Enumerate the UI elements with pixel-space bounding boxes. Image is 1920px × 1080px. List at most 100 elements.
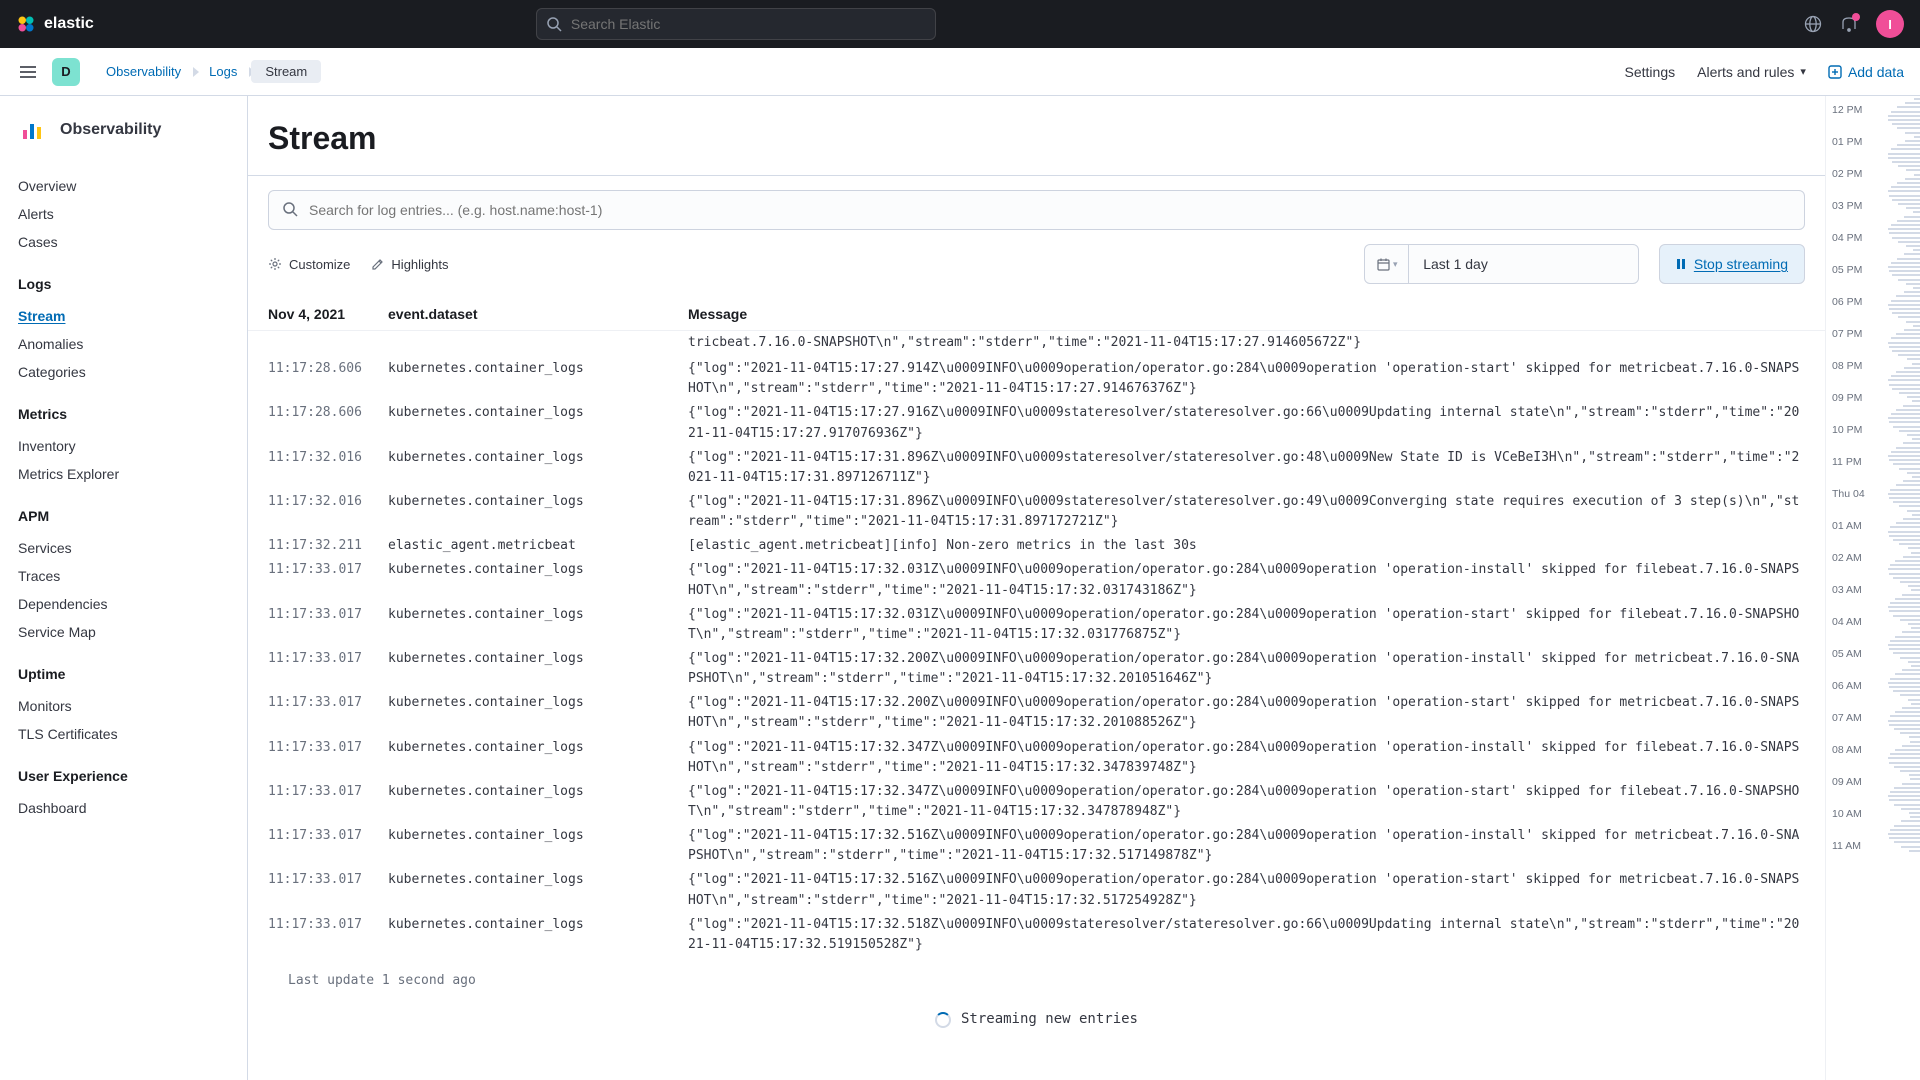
user-avatar[interactable]: I <box>1876 10 1904 38</box>
stop-streaming-button[interactable]: Stop streaming <box>1659 244 1805 284</box>
minimap-bar <box>1888 379 1920 381</box>
minimap-bar <box>1888 266 1920 268</box>
alerts-rules-dropdown[interactable]: Alerts and rules▾ <box>1697 64 1806 80</box>
log-row[interactable]: 11:17:33.017kubernetes.container_logs{"l… <box>268 780 1805 824</box>
minimap-bar <box>1889 799 1920 801</box>
minimap-bar <box>1889 270 1920 272</box>
sidebar-item[interactable]: Anomalies <box>18 330 229 358</box>
log-row[interactable]: 11:17:33.017kubernetes.container_logs{"l… <box>268 824 1805 868</box>
sidebar-item[interactable]: Monitors <box>18 692 229 720</box>
date-range-picker[interactable]: ▾ Last 1 day <box>1364 244 1639 284</box>
sidebar-item[interactable]: Inventory <box>18 432 229 460</box>
minimap-bar <box>1891 148 1920 150</box>
log-row[interactable]: 11:17:32.016kubernetes.container_logs{"l… <box>268 490 1805 534</box>
sidebar-item[interactable]: Service Map <box>18 618 229 646</box>
nav-group-label[interactable]: Metrics <box>18 406 229 422</box>
log-timestamp: 11:17:32.016 <box>268 448 388 488</box>
nav-group-label[interactable]: APM <box>18 508 229 524</box>
minimap-bar <box>1904 253 1920 255</box>
breadcrumb-item[interactable]: Stream <box>251 60 321 83</box>
sidebar-item[interactable]: Overview <box>18 172 229 200</box>
content: Stream Customize Highlights ▾ Last 1 day <box>248 96 1920 1080</box>
log-search-box <box>268 190 1805 230</box>
minimap-bar <box>1888 606 1920 608</box>
stream-button-label: Stop streaming <box>1694 256 1788 272</box>
minimap-bar <box>1888 342 1920 344</box>
nav-toggle-button[interactable] <box>16 60 40 84</box>
sidebar-header[interactable]: Observability <box>18 116 229 144</box>
minimap-bar <box>1903 556 1920 558</box>
minimap-bar <box>1889 686 1920 688</box>
minimap-bar <box>1895 636 1920 638</box>
column-header-dataset[interactable]: event.dataset <box>388 306 688 322</box>
log-row[interactable]: 11:17:33.017kubernetes.container_logs{"l… <box>268 736 1805 780</box>
sidebar-item[interactable]: Services <box>18 534 229 562</box>
sidebar-item[interactable]: Metrics Explorer <box>18 460 229 488</box>
log-row[interactable]: 11:17:28.606kubernetes.container_logs{"l… <box>268 357 1805 401</box>
log-row[interactable]: 11:17:28.606kubernetes.container_logs{"l… <box>268 401 1805 445</box>
space-selector[interactable]: D <box>52 58 80 86</box>
log-row[interactable]: 11:17:33.017kubernetes.container_logs{"l… <box>268 603 1805 647</box>
log-partial-row: tricbeat.7.16.0-SNAPSHOT\n","stream":"st… <box>688 331 1805 357</box>
minimap-bar <box>1898 203 1920 205</box>
breadcrumb-item[interactable]: Observability <box>92 60 195 83</box>
customize-button[interactable]: Customize <box>268 257 350 272</box>
nav-group-label[interactable]: Logs <box>18 276 229 292</box>
log-minimap[interactable]: 12 PM01 PM02 PM03 PM04 PM05 PM06 PM07 PM… <box>1825 96 1920 1080</box>
column-header-message[interactable]: Message <box>688 306 1805 322</box>
minimap-bar <box>1888 493 1920 495</box>
minimap-bar <box>1891 451 1920 453</box>
sidebar-item[interactable]: Traces <box>18 562 229 590</box>
log-table-body[interactable]: tricbeat.7.16.0-SNAPSHOT\n","stream":"st… <box>248 331 1825 1080</box>
sidebar-item[interactable]: Dependencies <box>18 590 229 618</box>
highlight-icon <box>370 257 384 271</box>
minimap-bar <box>1889 610 1920 612</box>
log-row[interactable]: 11:17:32.016kubernetes.container_logs{"l… <box>268 446 1805 490</box>
log-row[interactable]: 11:17:32.211elastic_agent.metricbeat[ela… <box>268 534 1805 558</box>
minimap-bar <box>1901 808 1920 810</box>
highlights-button[interactable]: Highlights <box>370 257 448 272</box>
log-search-input[interactable] <box>268 190 1805 230</box>
sidebar-item[interactable]: Dashboard <box>18 794 229 822</box>
log-timestamp: 11:17:33.017 <box>268 782 388 822</box>
brand-logo[interactable]: elastic <box>16 14 94 34</box>
minimap-bar <box>1910 816 1920 818</box>
sidebar-item[interactable]: Stream <box>18 302 229 330</box>
minimap-bar <box>1890 753 1920 755</box>
sidebar-item[interactable]: Alerts <box>18 200 229 228</box>
log-message: [elastic_agent.metricbeat][info] Non-zer… <box>688 536 1805 556</box>
minimap-bar <box>1908 547 1920 549</box>
calendar-button[interactable]: ▾ <box>1365 245 1409 283</box>
log-row[interactable]: 11:17:33.017kubernetes.container_logs{"l… <box>268 868 1805 912</box>
log-row[interactable]: 11:17:33.017kubernetes.container_logs{"l… <box>268 691 1805 735</box>
settings-link[interactable]: Settings <box>1625 64 1676 80</box>
global-header: elastic I <box>0 0 1920 48</box>
breadcrumb-item[interactable]: Logs <box>195 60 251 83</box>
add-data-link[interactable]: Add data <box>1828 64 1904 80</box>
sidebar-item[interactable]: TLS Certificates <box>18 720 229 748</box>
minimap-bar <box>1903 442 1920 444</box>
nav-group: Uptime MonitorsTLS Certificates <box>18 666 229 748</box>
main-container: Observability OverviewAlertsCases Logs Str… <box>0 96 1920 1080</box>
newsfeed-icon[interactable] <box>1840 15 1858 33</box>
minimap-bar <box>1901 846 1920 848</box>
log-row[interactable]: 11:17:33.017kubernetes.container_logs{"l… <box>268 647 1805 691</box>
minimap-bar <box>1899 505 1920 507</box>
log-row[interactable]: 11:17:33.017kubernetes.container_logs{"l… <box>268 913 1805 957</box>
minimap-tick: 07 AM <box>1832 712 1862 724</box>
log-timestamp: 11:17:33.017 <box>268 738 388 778</box>
minimap-bar <box>1892 237 1920 239</box>
nav-group-label[interactable]: Uptime <box>18 666 229 682</box>
minimap-bar <box>1891 224 1920 226</box>
sidebar-item[interactable]: Cases <box>18 228 229 256</box>
log-row[interactable]: 11:17:33.017kubernetes.container_logs{"l… <box>268 558 1805 602</box>
sidebar-item[interactable]: Categories <box>18 358 229 386</box>
nav-group: Logs StreamAnomaliesCategories <box>18 276 229 386</box>
globe-icon[interactable] <box>1804 15 1822 33</box>
column-header-date[interactable]: Nov 4, 2021 <box>268 306 388 322</box>
minimap-tick: 11 PM <box>1832 456 1862 468</box>
minimap-bar <box>1902 783 1920 785</box>
global-search-input[interactable] <box>536 8 936 40</box>
nav-group-label[interactable]: User Experience <box>18 768 229 784</box>
log-timestamp: 11:17:33.017 <box>268 649 388 689</box>
